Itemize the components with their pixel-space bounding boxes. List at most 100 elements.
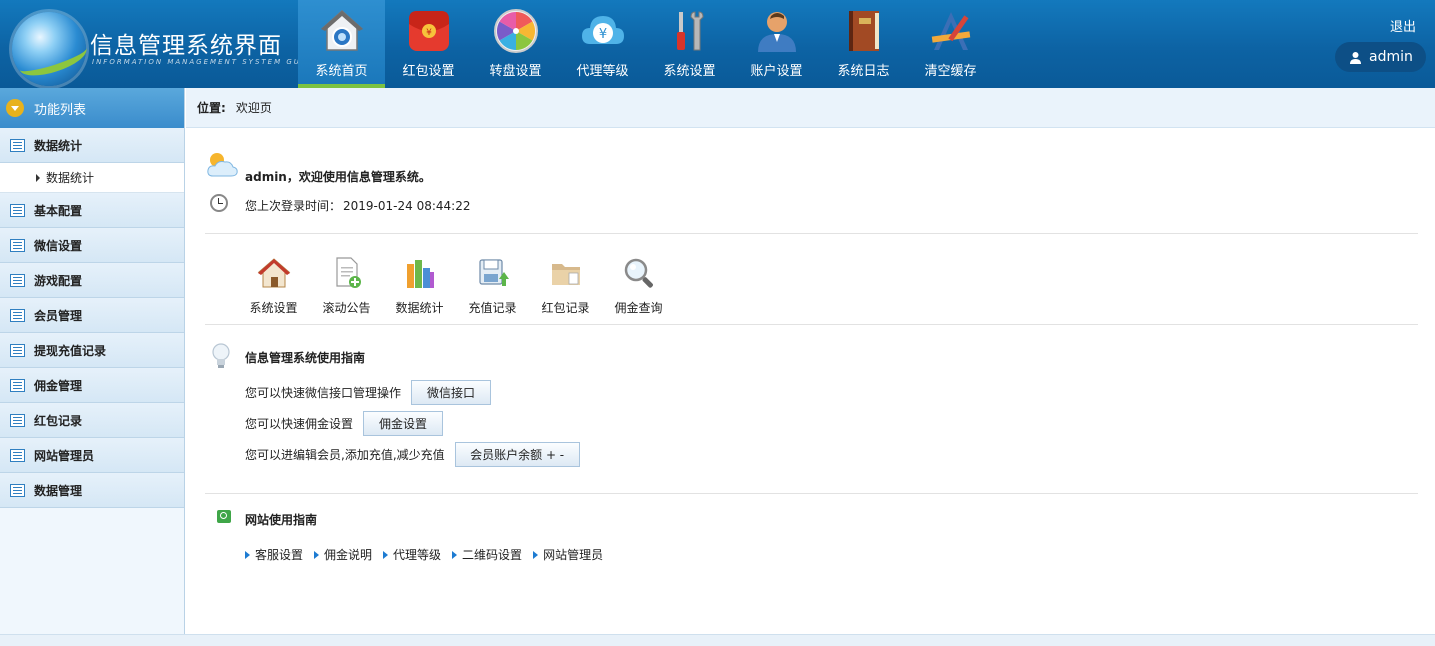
red-envelope-icon: ¥ [409, 11, 449, 51]
arrow-right-icon [533, 550, 539, 559]
quick-links: 系统设置 滚动公告 数据统计 充值记录 红包记录 佣金查询 [237, 256, 675, 316]
caret-right-icon [36, 173, 40, 182]
arrow-right-icon [383, 550, 389, 559]
home-icon [321, 9, 363, 51]
nav-item-red-envelope[interactable]: ¥ 红包设置 [385, 0, 472, 88]
magnifier-icon [624, 258, 653, 288]
sidebar-item-label: 游戏配置 [34, 273, 83, 288]
top-header: 信息管理系统界面 INFORMATION MANAGEMENT SYSTEM G… [0, 0, 1435, 88]
sidebar-item-label: 基本配置 [34, 203, 83, 218]
quick-link-data-stats[interactable]: 数据统计 [383, 256, 456, 316]
nav-item-clear-cache[interactable]: 清空缓存 [907, 0, 994, 88]
sidebar-item-commission[interactable]: 佣金管理 [0, 368, 184, 403]
footer-bar [0, 634, 1435, 646]
quick-link-system-settings[interactable]: 系统设置 [237, 256, 310, 316]
sidebar-item-wechat-settings[interactable]: 微信设置 [0, 228, 184, 263]
quick-link-label: 系统设置 [249, 301, 298, 315]
tools-icon [677, 11, 704, 51]
quick-link-label: 红包记录 [541, 301, 590, 315]
nav-label: 系统首页 [315, 64, 368, 79]
folder-icon [551, 264, 580, 285]
sidebar-item-data-management[interactable]: 数据管理 [0, 473, 184, 508]
arrow-right-icon [452, 550, 458, 559]
logo: 信息管理系统界面 INFORMATION MANAGEMENT SYSTEM G… [8, 8, 303, 88]
quick-link-recharge-records[interactable]: 充值记录 [456, 256, 529, 316]
logout-link[interactable]: 退出 [1390, 16, 1416, 35]
list-icon [10, 343, 25, 357]
quick-link-scroll-notice[interactable]: 滚动公告 [310, 256, 383, 316]
sidebar-item-member-management[interactable]: 会员管理 [0, 298, 184, 333]
sidebar-item-data-stats[interactable]: 数据统计 [0, 128, 184, 163]
breadcrumb: 位置: 欢迎页 [186, 88, 1435, 128]
sidebar-item-label: 红包记录 [34, 413, 83, 428]
nav-item-account-settings[interactable]: 账户设置 [733, 0, 820, 88]
quick-link-label: 数据统计 [395, 301, 444, 315]
commission-settings-button[interactable]: 佣金设置 [363, 411, 444, 436]
quick-link-label: 滚动公告 [322, 301, 371, 315]
link-label: 二维码设置 [462, 548, 523, 562]
link-label: 客服设置 [255, 548, 304, 562]
main-content: admin，欢迎使用信息管理系统。 您上次登录时间： 2019-01-24 08:… [186, 128, 1435, 636]
link-commission-info[interactable]: 佣金说明 [314, 546, 372, 563]
link-site-admins[interactable]: 网站管理员 [533, 546, 603, 563]
welcome-message: admin，欢迎使用信息管理系统。 [245, 170, 431, 184]
last-login-time: 2019-01-24 08:44:22 [343, 199, 471, 213]
link-agent-level[interactable]: 代理等级 [383, 546, 441, 563]
user-icon [1350, 51, 1361, 64]
nav-item-system-settings[interactable]: 系统设置 [646, 0, 733, 88]
divider [205, 324, 1418, 325]
current-user-badge[interactable]: admin [1335, 42, 1426, 72]
sidebar-item-withdraw-recharge[interactable]: 提现充值记录 [0, 333, 184, 368]
nav-label: 账户设置 [750, 64, 803, 79]
nav-label: 清空缓存 [924, 64, 977, 79]
last-login: 您上次登录时间： 2019-01-24 08:44:22 [245, 197, 470, 214]
guide-row-text: 您可以进编辑会员,添加充值,减少充值 [245, 448, 445, 462]
nav-label: 红包设置 [402, 64, 455, 79]
sidebar-subitem-data-stats[interactable]: 数据统计 [0, 163, 184, 193]
guide-row: 您可以进编辑会员,添加充值,减少充值 会员账户余额 + - [245, 442, 580, 467]
nav-label: 转盘设置 [489, 64, 542, 79]
link-qrcode-settings[interactable]: 二维码设置 [452, 546, 522, 563]
sidebar-item-basic-config[interactable]: 基本配置 [0, 193, 184, 228]
yen-cloud-icon: ¥ [582, 16, 624, 44]
wechat-interface-button[interactable]: 微信接口 [411, 380, 492, 405]
list-icon [10, 138, 25, 152]
nav-label: 系统日志 [837, 64, 890, 79]
site-guide-links: 客服设置 佣金说明 代理等级 二维码设置 网站管理员 [245, 546, 614, 563]
sidebar-item-label: 网站管理员 [34, 448, 95, 463]
svg-text:¥: ¥ [599, 27, 607, 42]
weather-sun-cloud-icon [207, 153, 238, 177]
sidebar-item-red-envelope-records[interactable]: 红包记录 [0, 403, 184, 438]
sidebar-header[interactable]: 功能列表 [0, 88, 184, 128]
book-icon [849, 11, 879, 51]
divider [205, 493, 1418, 494]
sidebar-item-game-config[interactable]: 游戏配置 [0, 263, 184, 298]
house-icon [257, 258, 290, 288]
list-icon [10, 448, 25, 462]
list-icon [10, 308, 25, 322]
guide-row: 您可以快速佣金设置 佣金设置 [245, 411, 444, 436]
sidebar-item-site-admins[interactable]: 网站管理员 [0, 438, 184, 473]
nav-item-wheel[interactable]: 转盘设置 [472, 0, 559, 88]
link-customer-service[interactable]: 客服设置 [245, 546, 303, 563]
link-label: 网站管理员 [543, 548, 604, 562]
nav-item-agent-level[interactable]: ¥ 代理等级 [559, 0, 646, 88]
breadcrumb-current[interactable]: 欢迎页 [236, 99, 272, 116]
nav-label: 代理等级 [576, 64, 629, 79]
sidebar-subitem-label: 数据统计 [46, 171, 95, 185]
quick-link-red-envelope-records[interactable]: 红包记录 [529, 256, 602, 316]
nav-item-system-log[interactable]: 系统日志 [820, 0, 907, 88]
collapse-arrow-icon [6, 99, 24, 117]
lightbulb-icon [212, 343, 230, 368]
member-balance-button[interactable]: 会员账户余额 + - [454, 442, 580, 467]
wheel-icon [494, 9, 538, 53]
nav-item-home[interactable]: 系统首页 [298, 0, 385, 88]
divider [205, 233, 1418, 234]
save-upload-icon [478, 259, 509, 286]
clock-icon [210, 194, 228, 212]
sidebar-item-label: 数据管理 [34, 483, 83, 498]
svg-text:¥: ¥ [426, 28, 432, 38]
quick-link-commission-query[interactable]: 佣金查询 [602, 256, 675, 316]
guide-row-text: 您可以快速佣金设置 [245, 417, 354, 431]
site-guide-title: 网站使用指南 [245, 513, 318, 527]
